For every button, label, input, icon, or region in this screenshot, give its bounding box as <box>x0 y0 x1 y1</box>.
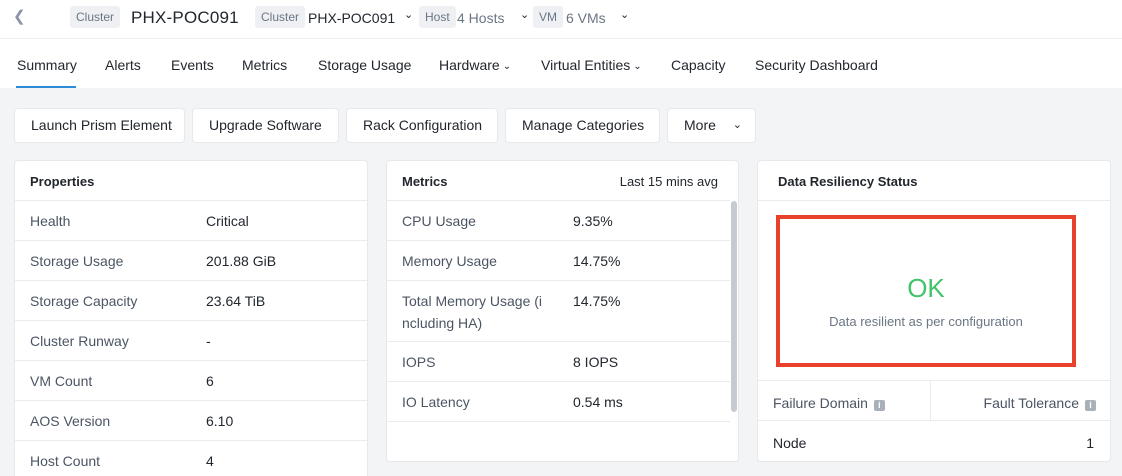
host-chevron-down-icon[interactable]: ⌄ <box>520 8 529 21</box>
metric-label: Memory Usage <box>402 253 497 269</box>
resiliency-message: Data resilient as per configuration <box>829 314 1023 329</box>
metrics-period: Last 15 mins avg <box>619 174 718 189</box>
tab-virtual-entities-label: Virtual Entities <box>541 57 631 73</box>
tab-virtual-entities[interactable]: Virtual Entities ⌄ <box>541 57 642 73</box>
more-button[interactable]: More ⌄ <box>668 109 755 142</box>
tab-hardware-label: Hardware <box>439 57 500 73</box>
metric-value: 14.75% <box>573 293 621 309</box>
vm-chevron-down-icon[interactable]: ⌄ <box>620 8 629 21</box>
property-value: 6 <box>206 373 214 389</box>
cluster-chevron-down-icon[interactable]: ⌄ <box>404 8 413 21</box>
cluster-chip-2: Cluster <box>255 6 306 28</box>
metrics-scrollbar-thumb[interactable] <box>731 201 737 412</box>
host-select-value[interactable]: 4 Hosts <box>457 10 504 26</box>
column-divider <box>930 380 931 420</box>
tab-security-dashboard[interactable]: Security Dashboard <box>755 57 878 73</box>
tab-hardware[interactable]: Hardware ⌄ <box>439 57 511 73</box>
metric-label: IO Latency <box>402 394 470 410</box>
data-resiliency-title: Data Resiliency Status <box>778 174 918 189</box>
metric-label: IOPS <box>402 354 436 370</box>
property-label: Cluster Runway <box>30 333 129 349</box>
tab-summary[interactable]: Summary <box>17 57 77 73</box>
chevron-down-icon: ⌄ <box>633 61 642 72</box>
data-resiliency-card: Data Resiliency Status OK Data resilient… <box>758 161 1110 461</box>
property-value: Critical <box>206 213 249 229</box>
property-label: Storage Capacity <box>30 293 138 309</box>
metric-label: CPU Usage <box>402 213 476 229</box>
upgrade-software-button[interactable]: Upgrade Software <box>193 109 338 142</box>
property-label: VM Count <box>30 373 93 389</box>
property-value: 23.64 TiB <box>206 293 266 309</box>
metric-row: CPU Usage 9.35% <box>387 200 738 240</box>
properties-card: Properties Health Critical Storage Usage… <box>15 161 367 476</box>
property-row: Cluster Runway - <box>15 320 367 360</box>
divider <box>758 380 1110 381</box>
property-value: 201.88 GiB <box>206 253 277 269</box>
property-row: Host Count 4 <box>15 440 367 476</box>
manage-categories-button[interactable]: Manage Categories <box>506 109 659 142</box>
property-row: Storage Usage 201.88 GiB <box>15 240 367 280</box>
metric-value: 0.54 ms <box>573 394 623 410</box>
property-row: Health Critical <box>15 200 367 240</box>
vm-select-value[interactable]: 6 VMs <box>566 10 606 26</box>
fault-tolerance-value: 1 <box>1086 435 1094 451</box>
property-label: Storage Usage <box>30 253 124 269</box>
resiliency-highlight-box: OK Data resilient as per configuration <box>776 215 1076 367</box>
metric-label: Total Memory Usage (i <box>402 293 543 309</box>
property-value: - <box>206 333 211 349</box>
chevron-down-icon: ⌄ <box>732 119 742 131</box>
tab-alerts[interactable]: Alerts <box>105 57 141 73</box>
metric-row-empty <box>387 421 738 461</box>
fault-tolerance-header: Fault Tolerance i <box>984 395 1096 411</box>
cluster-select-value[interactable]: PHX-POC091 <box>308 10 395 26</box>
info-icon[interactable]: i <box>873 400 885 411</box>
metric-label-continued: ncluding HA) <box>402 315 483 331</box>
vm-chip: VM <box>533 6 563 28</box>
cluster-chip: Cluster <box>70 6 121 28</box>
tab-events[interactable]: Events <box>171 57 214 73</box>
metric-value: 8 IOPS <box>573 354 619 370</box>
property-value: 4 <box>206 453 214 469</box>
property-row: AOS Version 6.10 <box>15 400 367 440</box>
failure-domain-label: Failure Domain <box>773 395 868 411</box>
cluster-name: PHX-POC091 <box>131 8 239 27</box>
tab-bar: Summary Alerts Events Metrics Storage Us… <box>0 38 1122 88</box>
tab-metrics[interactable]: Metrics <box>242 57 287 73</box>
launch-prism-element-button[interactable]: Launch Prism Element <box>15 109 184 142</box>
properties-title: Properties <box>30 174 95 189</box>
divider <box>758 200 1110 201</box>
info-icon[interactable]: i <box>1085 400 1096 411</box>
metric-value: 9.35% <box>573 213 613 229</box>
chevron-down-icon: ⌄ <box>502 61 512 72</box>
fault-domain-value: Node <box>773 435 807 451</box>
metric-row: IOPS 8 IOPS <box>387 341 738 381</box>
host-chip: Host <box>419 6 456 28</box>
metric-row: IO Latency 0.54 ms <box>387 381 738 421</box>
tab-capacity[interactable]: Capacity <box>671 57 725 73</box>
metric-row: Memory Usage 14.75% <box>387 240 738 280</box>
metric-row: Total Memory Usage (i ncluding HA) 14.75… <box>387 280 738 341</box>
more-button-label: More <box>684 117 716 133</box>
property-value: 6.10 <box>206 413 234 429</box>
fault-tolerance-label: Fault Tolerance <box>983 395 1079 411</box>
property-label: AOS Version <box>30 413 111 429</box>
tab-storage-usage[interactable]: Storage Usage <box>318 57 411 73</box>
failure-domain-header: Failure Domain i <box>773 395 885 411</box>
divider <box>758 420 1110 421</box>
metrics-title: Metrics <box>402 174 448 189</box>
active-tab-underline <box>16 86 76 88</box>
resiliency-status: OK <box>907 273 945 303</box>
property-row: Storage Capacity 23.64 TiB <box>15 280 367 320</box>
top-breadcrumb-bar: ❮ Cluster PHX-POC091 Cluster PHX-POC091 … <box>0 0 1122 38</box>
property-row: VM Count 6 <box>15 360 367 400</box>
back-chevron-icon[interactable]: ❮ <box>13 9 29 25</box>
metric-value: 14.75% <box>573 253 621 269</box>
property-label: Health <box>30 213 71 229</box>
metrics-card: Metrics Last 15 mins avg CPU Usage 9.35%… <box>387 161 738 461</box>
rack-configuration-button[interactable]: Rack Configuration <box>347 109 497 142</box>
property-label: Host Count <box>30 453 101 469</box>
